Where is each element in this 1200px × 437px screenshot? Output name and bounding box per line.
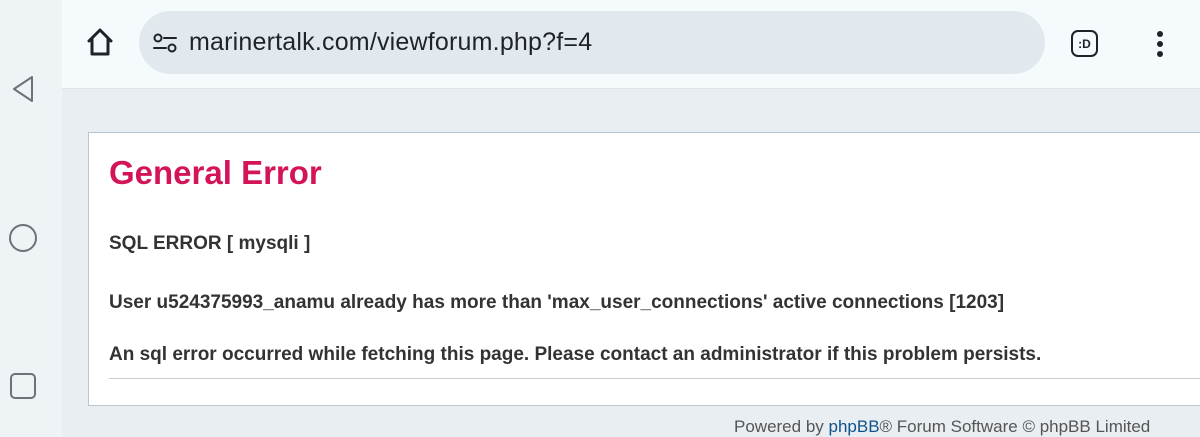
panel-divider [109,378,1200,379]
back-button[interactable] [7,73,39,105]
screen: marinertalk.com/viewforum.php?f=4 :D Gen… [0,0,1200,437]
footer-suffix: ® Forum Software © phpBB Limited [879,417,1151,436]
browser-home-button[interactable] [84,24,116,60]
system-navigation-rail [0,0,62,437]
square-recents-icon [10,373,36,399]
error-notice: An sql error occurred while fetching thi… [109,344,1042,365]
footer-prefix: Powered by [734,417,829,436]
toolbar-divider [62,88,1200,89]
browser-menu-button[interactable] [1148,26,1172,62]
footer-credit: Powered by phpBB® Forum Software © phpBB… [734,417,1150,437]
recents-button[interactable] [7,370,39,402]
tab-switcher-button[interactable]: :D [1071,30,1098,57]
url-text[interactable]: marinertalk.com/viewforum.php?f=4 [189,28,592,57]
more-vert-icon [1157,31,1163,57]
circle-home-icon [9,224,37,252]
error-panel: General Error SQL ERROR [ mysqli ] User … [88,132,1200,406]
error-title: General Error [109,154,322,191]
site-settings-icon[interactable] [151,29,179,57]
home-icon [87,28,113,56]
error-message: User u524375993_anamu already has more t… [109,292,1005,313]
address-bar[interactable]: marinertalk.com/viewforum.php?f=4 [139,11,1045,74]
phpbb-link[interactable]: phpBB [829,417,880,436]
triangle-back-icon [13,76,33,102]
sql-error-heading: SQL ERROR [ mysqli ] [109,233,311,254]
home-nav-button[interactable] [7,222,39,254]
